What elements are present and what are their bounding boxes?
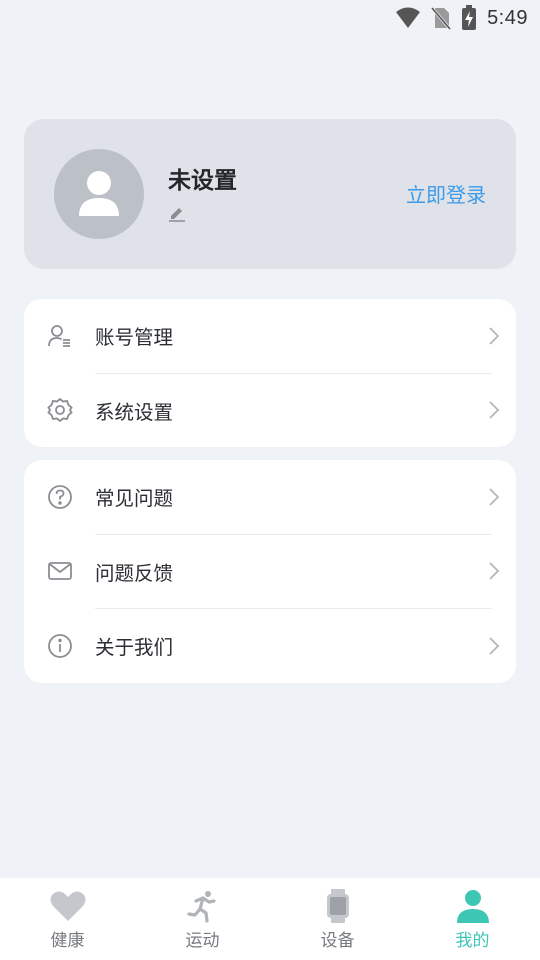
running-icon xyxy=(186,888,220,924)
watch-icon xyxy=(326,888,350,924)
heart-icon xyxy=(50,888,86,924)
menu-label-about: 关于我们 xyxy=(95,636,174,660)
login-link[interactable]: 立即登录 xyxy=(406,179,486,208)
tab-label-exercise: 运动 xyxy=(185,931,220,951)
tab-label-device: 设备 xyxy=(320,931,355,951)
envelope-icon xyxy=(47,558,73,584)
tab-mine[interactable]: 我的 xyxy=(405,878,540,960)
menu-label-system-settings: 系统设置 xyxy=(95,400,174,424)
chevron-right-icon xyxy=(488,487,500,507)
pencil-icon[interactable] xyxy=(168,204,237,222)
tab-label-mine: 我的 xyxy=(455,931,490,951)
menu-label-account: 账号管理 xyxy=(95,326,174,350)
chevron-right-icon xyxy=(488,400,500,420)
menu-item-account[interactable]: 账号管理 xyxy=(24,299,516,373)
tab-device[interactable]: 设备 xyxy=(270,878,405,960)
no-sim-icon xyxy=(431,6,452,30)
help-about-card: 常见问题 问题反馈 关于我们 xyxy=(24,460,516,683)
account-settings-card: 账号管理 系统设置 xyxy=(24,299,516,447)
menu-item-feedback[interactable]: 问题反馈 xyxy=(24,535,516,609)
chevron-right-icon xyxy=(488,561,500,581)
status-bar: 5:49 xyxy=(0,0,540,36)
menu-label-faq: 常见问题 xyxy=(95,487,174,511)
clock-time: 5:49 xyxy=(487,6,528,29)
menu-label-feedback: 问题反馈 xyxy=(95,561,174,585)
tab-health[interactable]: 健康 xyxy=(0,878,135,960)
person-icon xyxy=(77,170,121,218)
person-icon xyxy=(456,888,490,924)
bottom-nav: 健康 运动 设备 我的 xyxy=(0,878,540,960)
menu-item-faq[interactable]: 常见问题 xyxy=(24,460,516,534)
profile-name: 未设置 xyxy=(168,168,237,194)
avatar[interactable] xyxy=(54,149,144,239)
wifi-icon xyxy=(395,7,421,29)
info-circle-icon xyxy=(47,633,73,659)
menu-item-about[interactable]: 关于我们 xyxy=(24,609,516,683)
user-account-icon xyxy=(47,323,73,349)
battery-charging-icon xyxy=(461,5,477,31)
question-circle-icon xyxy=(47,484,73,510)
chevron-right-icon xyxy=(488,326,500,346)
tab-label-health: 健康 xyxy=(50,931,85,951)
chevron-right-icon xyxy=(488,636,500,656)
tab-exercise[interactable]: 运动 xyxy=(135,878,270,960)
menu-item-system-settings[interactable]: 系统设置 xyxy=(24,374,516,448)
gear-icon xyxy=(47,397,73,423)
profile-card[interactable]: 未设置 立即登录 xyxy=(24,119,516,269)
